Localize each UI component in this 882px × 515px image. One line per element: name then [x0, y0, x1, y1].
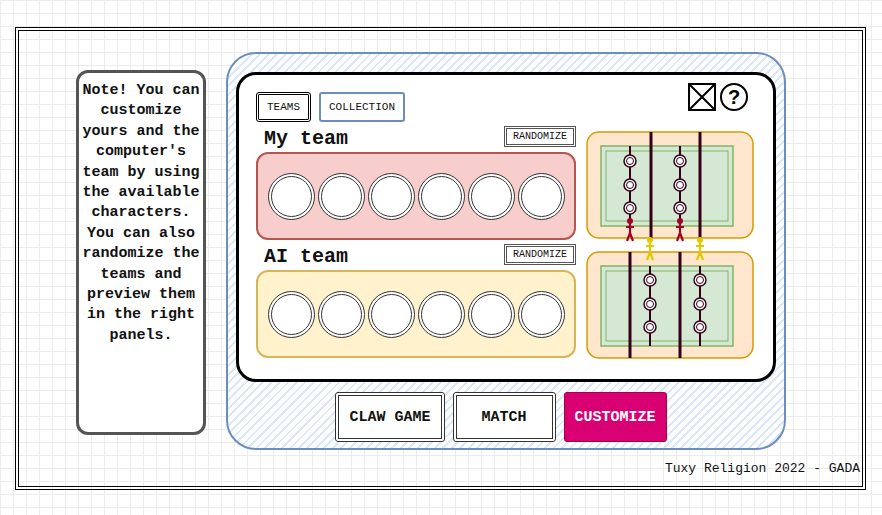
player-figure-icon — [676, 218, 684, 241]
team-slots — [256, 270, 576, 358]
mode-button[interactable]: CUSTOMIZE — [564, 392, 667, 442]
team-preview — [586, 251, 754, 359]
team-section: My team RANDOMIZE — [256, 126, 576, 240]
page: Note! You can customize yours and the co… — [0, 0, 882, 515]
character-slot[interactable] — [318, 291, 365, 338]
foosball-field — [586, 251, 754, 359]
team-preview — [586, 131, 754, 239]
tab[interactable]: COLLECTION — [319, 92, 405, 122]
character-slot[interactable] — [468, 173, 515, 220]
character-slot[interactable] — [518, 173, 565, 220]
customize-panel: TEAMS COLLECTION ? My team RANDOMIZE AI t… — [226, 52, 786, 450]
player-figure-icon — [626, 218, 634, 241]
help-note: Note! You can customize yours and the co… — [76, 70, 206, 435]
character-slot[interactable] — [418, 173, 465, 220]
character-slot[interactable] — [268, 291, 315, 338]
character-slot[interactable] — [418, 291, 465, 338]
player-figure-icon — [646, 237, 654, 260]
tab-bar: TEAMS COLLECTION — [256, 92, 405, 122]
mode-button[interactable]: CLAW GAME — [335, 392, 444, 442]
character-slot[interactable] — [368, 173, 415, 220]
character-slot[interactable] — [468, 291, 515, 338]
randomize-button[interactable]: RANDOMIZE — [504, 126, 576, 147]
character-slot[interactable] — [318, 173, 365, 220]
team-section: AI team RANDOMIZE — [256, 244, 576, 358]
randomize-button[interactable]: RANDOMIZE — [504, 244, 576, 265]
footer-credit: Tuxy Religion 2022 - GADA — [76, 461, 862, 476]
screen-frame: Note! You can customize yours and the co… — [15, 27, 866, 490]
team-title: My team — [264, 128, 348, 150]
team-title: AI team — [264, 246, 348, 268]
character-slot[interactable] — [518, 291, 565, 338]
team-slots — [256, 152, 576, 240]
tab[interactable]: TEAMS — [256, 92, 311, 122]
mode-button[interactable]: MATCH — [453, 392, 556, 442]
mode-buttons: CLAW GAMEMATCHCUSTOMIZE — [335, 392, 666, 442]
character-slot[interactable] — [268, 173, 315, 220]
teams-card: TEAMS COLLECTION ? My team RANDOMIZE AI t… — [236, 72, 776, 382]
help-button[interactable]: ? — [720, 83, 748, 111]
close-icon[interactable] — [688, 83, 716, 111]
foosball-field — [586, 131, 754, 239]
player-figure-icon — [696, 237, 704, 260]
character-slot[interactable] — [368, 291, 415, 338]
